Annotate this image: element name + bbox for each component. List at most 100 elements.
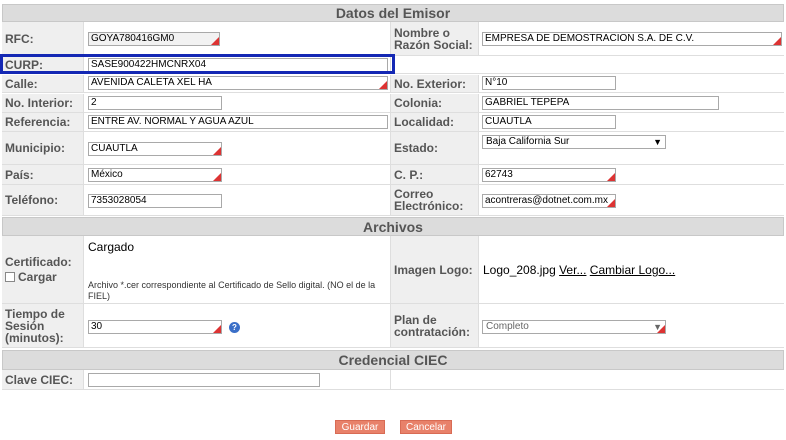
colonia-input[interactable]: GABRIEL TEPEPA: [482, 96, 719, 110]
rfc-cell: GOYA780416GM0: [84, 22, 391, 55]
rfc-value: GOYA780416GM0: [91, 33, 175, 44]
tiempo-label: Tiempo de Sesión (minutos):: [2, 304, 84, 347]
referencia-value: ENTRE AV. NORMAL Y AGUA AZUL: [91, 116, 254, 127]
estado-label: Estado:: [391, 132, 479, 164]
required-marker-icon: [607, 173, 615, 181]
dropdown-arrow-icon: ▼: [653, 137, 662, 147]
colonia-cell: GABRIEL TEPEPA: [479, 94, 784, 112]
correo-label: Correo Electrónico:: [391, 185, 479, 215]
referencia-cell: ENTRE AV. NORMAL Y AGUA AZUL: [84, 113, 391, 131]
nombre-label: Nombre o Razón Social:: [391, 22, 479, 55]
nombre-input[interactable]: EMPRESA DE DEMOSTRACION S.A. DE C.V.: [482, 32, 782, 46]
clave-ciec-input[interactable]: [88, 373, 320, 387]
nombre-value: EMPRESA DE DEMOSTRACION S.A. DE C.V.: [485, 33, 695, 44]
telefono-input[interactable]: 7353028054: [88, 194, 222, 208]
ver-link[interactable]: Ver...: [559, 263, 586, 277]
plan-value: Completo: [486, 321, 529, 332]
localidad-value: CUAUTLA: [485, 116, 532, 127]
required-marker-icon: [379, 81, 387, 89]
localidad-label: Localidad:: [391, 113, 479, 131]
imagen-cell: Logo_208.jpg Ver... Cambiar Logo...: [479, 236, 784, 303]
cargar-checkbox-wrap: Cargar: [5, 271, 57, 283]
rfc-label: RFC:: [2, 22, 84, 55]
curp-empty-cell: [391, 56, 784, 73]
row-pais: País: México C. P.: 62743: [2, 165, 784, 185]
emisor-form: Datos del Emisor RFC: GOYA780416GM0 Nomb…: [0, 0, 786, 440]
municipio-label: Municipio:: [2, 132, 84, 164]
row-tiempo: Tiempo de Sesión (minutos): 30 ? Plan de…: [2, 304, 784, 348]
telefono-value: 7353028054: [91, 195, 147, 206]
clave-ciec-empty-cell: [391, 370, 784, 389]
calle-input[interactable]: AVENIDA CALETA XEL HA: [88, 76, 388, 90]
localidad-input[interactable]: CUAUTLA: [482, 115, 616, 129]
curp-highlight-box: [0, 54, 395, 74]
cargado-text: Cargado: [88, 240, 135, 254]
noext-input[interactable]: N°10: [482, 76, 616, 90]
noint-label: No. Interior:: [2, 94, 84, 112]
tiempo-value: 30: [91, 321, 103, 332]
cp-cell: 62743: [479, 165, 784, 184]
noext-cell: N°10: [479, 75, 784, 92]
logo-filename: Logo_208.jpg: [483, 262, 556, 277]
localidad-cell: CUAUTLA: [479, 113, 784, 131]
estado-value: Baja California Sur: [486, 136, 570, 147]
rfc-input[interactable]: GOYA780416GM0: [88, 32, 220, 46]
telefono-label: Teléfono:: [2, 185, 84, 215]
row-calle: Calle: AVENIDA CALETA XEL HA No. Exterio…: [2, 75, 784, 93]
referencia-label: Referencia:: [2, 113, 84, 131]
row-nointerior: No. Interior: 2 Colonia: GABRIEL TEPEPA: [2, 94, 784, 113]
calle-value: AVENIDA CALETA XEL HA: [91, 77, 212, 88]
noint-value: 2: [91, 97, 97, 108]
cambiar-logo-link[interactable]: Cambiar Logo...: [590, 263, 675, 277]
noext-value: N°10: [485, 77, 508, 88]
certificado-cell: Cargado Archivo *.cer correspondiente al…: [84, 236, 391, 303]
plan-select[interactable]: Completo ▼: [482, 320, 666, 334]
certificado-help-text: Archivo *.cer correspondiente al Certifi…: [88, 280, 376, 301]
row-referencia: Referencia: ENTRE AV. NORMAL Y AGUA AZUL…: [2, 113, 784, 132]
pais-label: País:: [2, 165, 84, 184]
cp-input[interactable]: 62743: [482, 168, 616, 182]
cp-label: C. P.:: [391, 165, 479, 184]
correo-input[interactable]: acontreras@dotnet.com.mx: [482, 194, 616, 208]
help-icon[interactable]: ?: [229, 322, 240, 333]
correo-cell: acontreras@dotnet.com.mx: [479, 185, 784, 215]
section-header-emisor: Datos del Emisor: [2, 4, 784, 22]
imagen-label: Imagen Logo:: [391, 236, 479, 303]
clave-ciec-label: Clave CIEC:: [2, 370, 84, 389]
cp-value: 62743: [485, 169, 513, 180]
municipio-value: CUAUTLA: [91, 143, 138, 154]
row-telefono: Teléfono: 7353028054 Correo Electrónico:…: [2, 185, 784, 216]
plan-cell: Completo ▼: [479, 304, 784, 347]
municipio-input[interactable]: CUAUTLA: [88, 142, 222, 156]
row-rfc: RFC: GOYA780416GM0 Nombre o Razón Social…: [2, 22, 784, 56]
cargar-label: Cargar: [18, 270, 57, 284]
pais-value: México: [91, 169, 123, 180]
noint-cell: 2: [84, 94, 391, 112]
estado-cell: Baja California Sur ▼: [479, 132, 784, 164]
required-marker-icon: [773, 37, 781, 45]
correo-value: acontreras@dotnet.com.mx: [485, 195, 608, 206]
referencia-input[interactable]: ENTRE AV. NORMAL Y AGUA AZUL: [88, 115, 388, 129]
certificado-label: Certificado:: [5, 255, 72, 269]
row-municipio: Municipio: CUAUTLA Estado: Baja Californ…: [2, 132, 784, 165]
pais-input[interactable]: México: [88, 168, 222, 182]
colonia-label: Colonia:: [391, 94, 479, 112]
guardar-button[interactable]: Guardar: [335, 420, 385, 434]
tiempo-cell: 30 ?: [84, 304, 391, 347]
cancelar-button[interactable]: Cancelar: [400, 420, 452, 434]
estado-select[interactable]: Baja California Sur ▼: [482, 135, 666, 149]
plan-label: Plan de contratación:: [391, 304, 479, 347]
required-marker-icon: [211, 37, 219, 45]
clave-ciec-cell: [84, 370, 391, 389]
calle-cell: AVENIDA CALETA XEL HA: [84, 75, 391, 92]
section-header-ciec: Credencial CIEC: [2, 350, 784, 370]
pais-cell: México: [84, 165, 391, 184]
cargar-checkbox[interactable]: [5, 272, 15, 282]
required-marker-icon: [607, 199, 615, 207]
tiempo-input[interactable]: 30: [88, 320, 222, 334]
section-header-archivos: Archivos: [2, 217, 784, 236]
noint-input[interactable]: 2: [88, 96, 222, 110]
colonia-value: GABRIEL TEPEPA: [485, 97, 570, 108]
calle-label: Calle:: [2, 75, 84, 92]
nombre-cell: EMPRESA DE DEMOSTRACION S.A. DE C.V.: [479, 22, 784, 55]
